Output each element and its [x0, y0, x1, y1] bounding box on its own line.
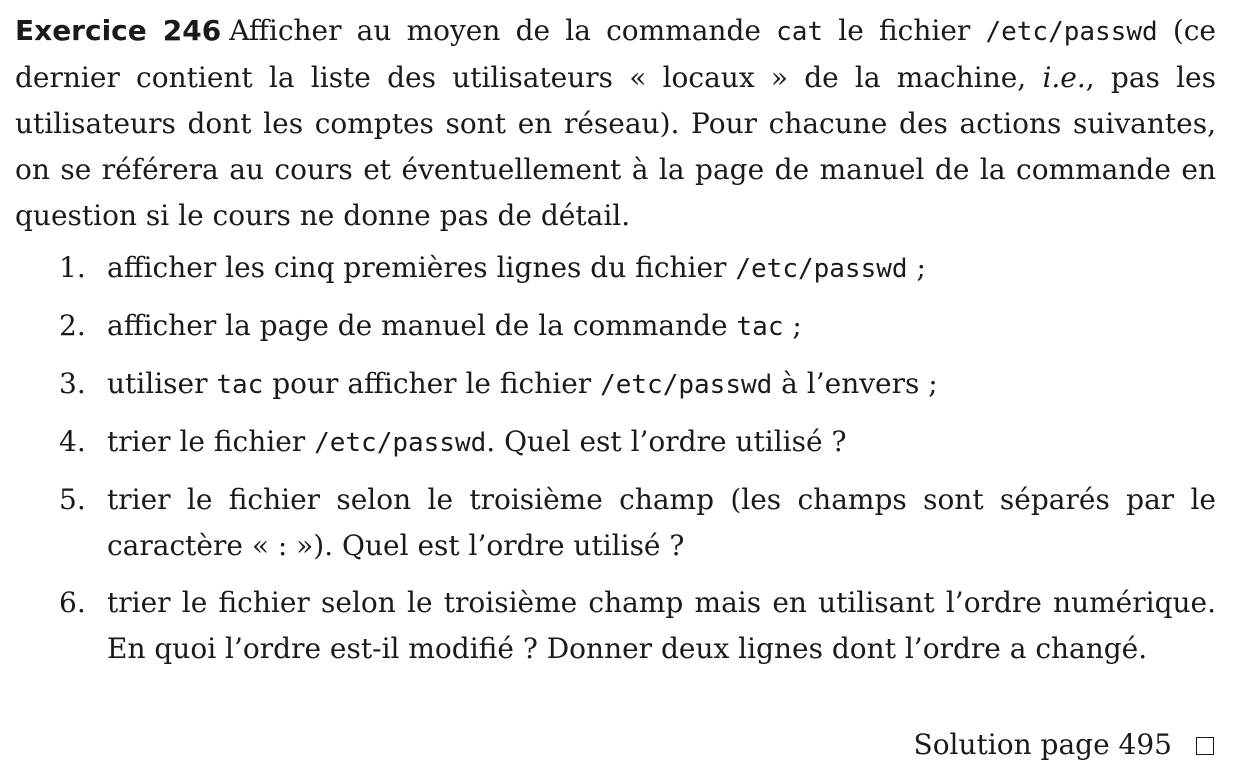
exercise-statement: Exercice 246 Afficher au moyen de la comm… — [15, 8, 1216, 239]
body-text: utiliser — [107, 367, 217, 400]
end-of-exercise-square-icon — [1196, 737, 1214, 755]
code-text: /etc/passwd — [735, 254, 908, 284]
solution-link[interactable]: Solution page 495 — [914, 728, 1172, 761]
task-number: 3. — [59, 367, 86, 400]
task-number: 6. — [59, 586, 86, 619]
code-text: tac — [216, 370, 264, 400]
exercise-page: Exercice 246 Afficher au moyen de la comm… — [0, 0, 1256, 772]
task-item: 4. trier le fichier /etc/passwd. Quel est… — [15, 419, 1216, 466]
task-list: 1. afficher les cinq premières lignes du … — [15, 245, 1216, 672]
code-text: /etc/passwd — [314, 428, 487, 458]
code-text: tac — [736, 312, 784, 342]
code-text: /etc/passwd — [985, 17, 1158, 47]
task-item: 5. trier le fichier selon le troisième ch… — [15, 477, 1216, 569]
body-text: trier le fichier selon le troisième cham… — [107, 586, 1216, 665]
body-text: . Quel est l’ordre utilisé ? — [486, 425, 847, 458]
code-text: /etc/passwd — [600, 370, 773, 400]
task-number: 2. — [59, 309, 86, 342]
body-text: Afficher au moyen de la commande — [229, 14, 777, 47]
body-text: trier le fichier selon le troisième cham… — [107, 483, 1216, 562]
task-item: 3. utiliser tac pour afficher le fichier … — [15, 361, 1216, 408]
body-text: trier le fichier — [107, 425, 315, 458]
body-text: pour afficher le fichier — [263, 367, 601, 400]
code-text: cat — [776, 17, 824, 47]
body-text: à l’envers ; — [772, 367, 938, 400]
body-text: afficher les cinq premières lignes du fi… — [107, 251, 736, 284]
task-number: 1. — [59, 251, 86, 284]
task-item: 6. trier le fichier selon le troisième ch… — [15, 580, 1216, 672]
task-item: 2. afficher la page de manuel de la comma… — [15, 303, 1216, 350]
body-text: afficher la page de manuel de la command… — [107, 309, 737, 342]
task-item: 1. afficher les cinq premières lignes du … — [15, 245, 1216, 292]
body-text: ; — [907, 251, 926, 284]
emphasis-text: i.e. — [1042, 61, 1086, 94]
exercise-heading: Exercice 246 — [15, 14, 222, 47]
task-number: 5. — [59, 483, 86, 516]
solution-reference: Solution page 495 — [914, 722, 1214, 768]
body-text: le fichier — [823, 14, 986, 47]
body-text: ; — [783, 309, 802, 342]
task-number: 4. — [59, 425, 86, 458]
